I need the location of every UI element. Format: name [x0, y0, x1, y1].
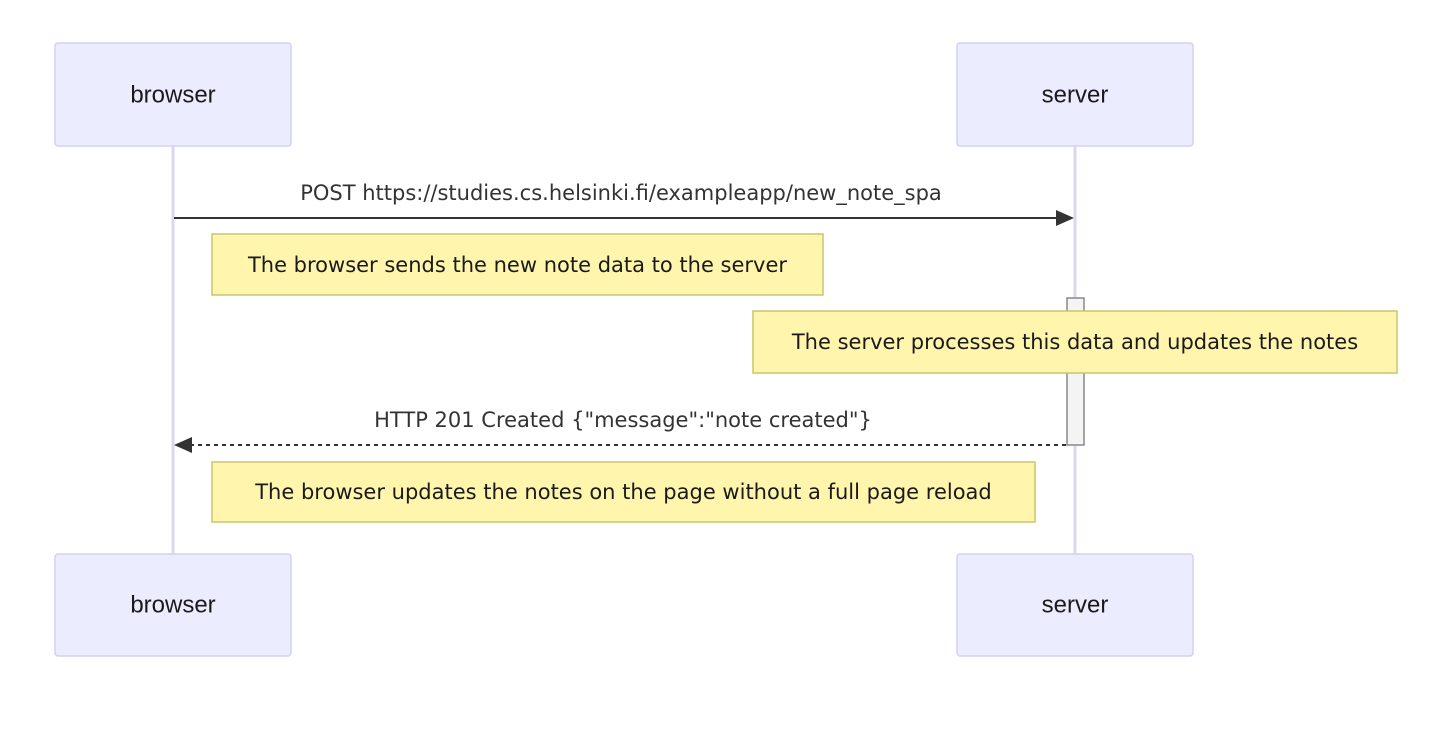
sequence-diagram: browser server POST https://studies.cs.h… [54, 42, 1398, 657]
actor-server-bottom-label: server [1042, 591, 1109, 618]
note-browser-sends-text: The browser sends the new note data to t… [247, 253, 787, 277]
actor-browser-bottom-label: browser [130, 591, 215, 618]
actor-server-bottom: server [956, 553, 1194, 657]
actor-browser-bottom: browser [54, 553, 292, 657]
response-message-label: HTTP 201 Created {"message":"note create… [374, 408, 872, 432]
actor-browser-top: browser [54, 42, 292, 147]
note-server-processes-text: The server processes this data and updat… [791, 330, 1358, 354]
response-arrowhead [174, 437, 192, 453]
actor-server-top: server [956, 42, 1194, 147]
post-arrowhead [1056, 210, 1074, 226]
actor-server-top-label: server [1042, 81, 1109, 108]
post-message-label: POST https://studies.cs.helsinki.fi/exam… [300, 181, 942, 206]
note-browser-updates: The browser updates the notes on the pag… [211, 461, 1036, 523]
note-browser-updates-text: The browser updates the notes on the pag… [254, 480, 992, 504]
note-server-processes: The server processes this data and updat… [752, 310, 1398, 374]
actor-browser-top-label: browser [130, 81, 215, 108]
note-browser-sends: The browser sends the new note data to t… [211, 233, 824, 296]
